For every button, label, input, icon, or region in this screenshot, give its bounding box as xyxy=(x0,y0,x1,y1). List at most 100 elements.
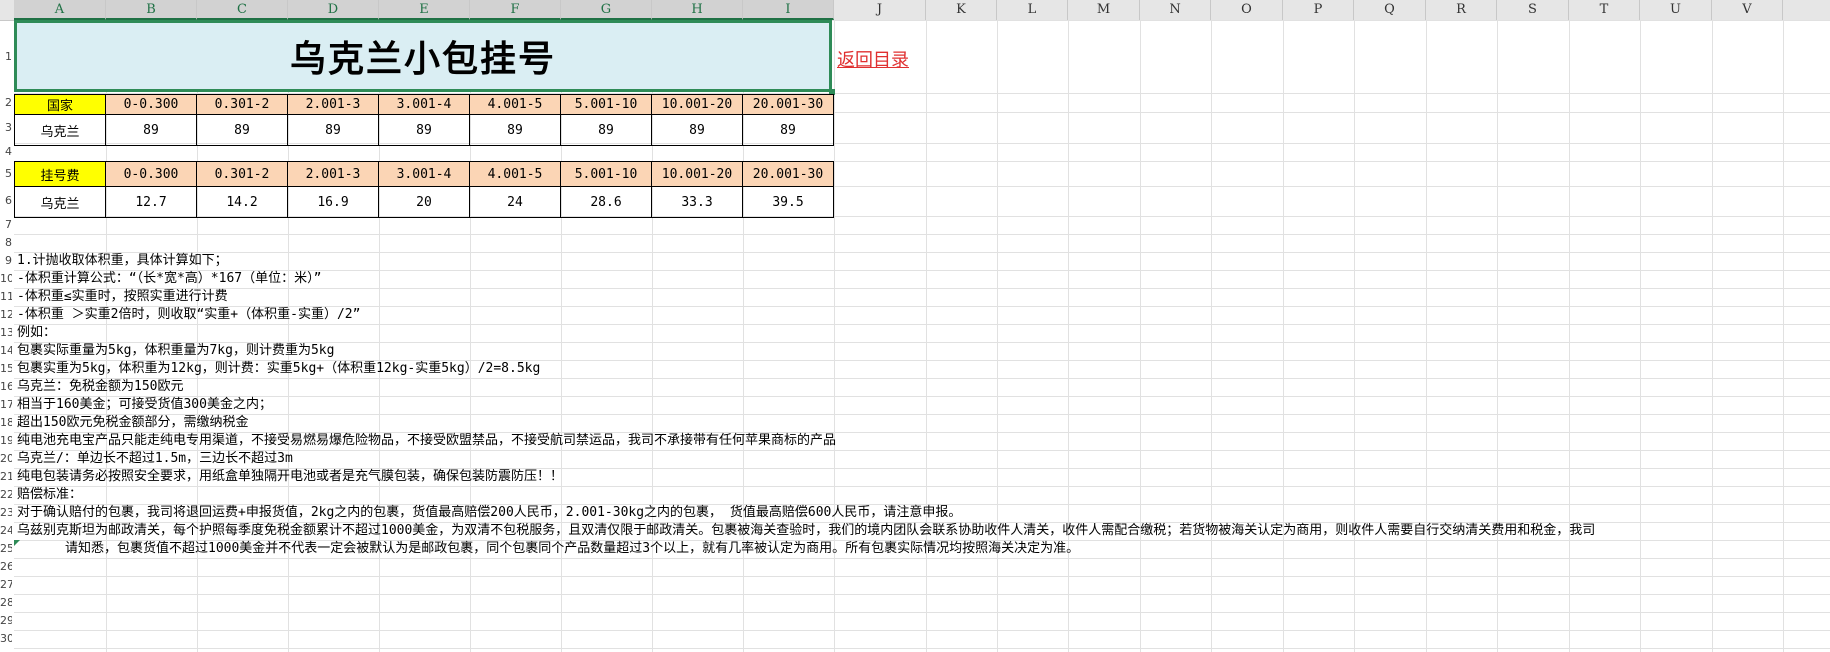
column-header-i[interactable]: I xyxy=(743,0,834,20)
value-cell[interactable]: 89 xyxy=(560,114,652,146)
column-header-n[interactable]: N xyxy=(1140,0,1211,20)
row-number[interactable]: 14 xyxy=(0,342,12,360)
column-header-e[interactable]: E xyxy=(379,0,470,20)
row-number[interactable]: 3 xyxy=(0,112,12,143)
column-header-d[interactable]: D xyxy=(288,0,379,20)
column-header-b[interactable]: B xyxy=(106,0,197,20)
column-header-j[interactable]: J xyxy=(834,0,926,20)
range-cell[interactable]: 2.001-3 xyxy=(287,161,379,187)
note-line[interactable]: 赔偿标准： xyxy=(17,486,1595,504)
value-cell[interactable]: 33.3 xyxy=(651,186,743,218)
column-header-h[interactable]: H xyxy=(652,0,743,20)
row-number[interactable]: 9 xyxy=(0,252,12,270)
note-line[interactable]: -体积重≤实重时，按照实重进行计费 xyxy=(17,288,1595,306)
value-cell[interactable]: 12.7 xyxy=(105,186,197,218)
row-number[interactable]: 10 xyxy=(0,270,12,288)
row-number[interactable]: 17 xyxy=(0,396,12,414)
row-number[interactable]: 20 xyxy=(0,450,12,468)
row-number[interactable]: 28 xyxy=(0,594,12,612)
spreadsheet[interactable]: ABCDEFGHIJKLMNOPQRSTUV 1 2 3 4 5 6 7 8 9 10 11 12 13… xyxy=(0,0,1830,652)
value-cell[interactable]: 89 xyxy=(196,114,288,146)
value-cell[interactable]: 14.2 xyxy=(196,186,288,218)
row-number[interactable]: 6 xyxy=(0,186,12,216)
sheet-title-cell[interactable]: 乌克兰小包挂号 xyxy=(14,20,832,92)
value-cell[interactable]: 89 xyxy=(105,114,197,146)
row-number[interactable]: 18 xyxy=(0,414,12,432)
row-number[interactable]: 16 xyxy=(0,378,12,396)
column-header-u[interactable]: U xyxy=(1640,0,1712,20)
column-header-l[interactable]: L xyxy=(997,0,1068,20)
row-number[interactable]: 8 xyxy=(0,234,12,252)
row-number[interactable]: 26 xyxy=(0,558,12,576)
note-line[interactable]: 超出150欧元免税金额部分，需缴纳税金 xyxy=(17,414,1595,432)
row-number[interactable]: 5 xyxy=(0,161,12,186)
note-line[interactable]: 乌克兰/：单边长不超过1.5m，三边长不超过3m xyxy=(17,450,1595,468)
column-header-r[interactable]: R xyxy=(1426,0,1497,20)
row-number[interactable]: 15 xyxy=(0,360,12,378)
country-cell[interactable]: 乌克兰 xyxy=(14,186,106,218)
range-cell[interactable]: 10.001-20 xyxy=(651,161,743,187)
range-cell[interactable]: 0.301-2 xyxy=(196,161,288,187)
value-cell[interactable]: 20 xyxy=(378,186,470,218)
note-line[interactable]: 请知悉，包裹货值不超过1000美金并不代表一定会被默认为是邮政包裹，同个包裹同个… xyxy=(17,540,1595,558)
column-header-p[interactable]: P xyxy=(1283,0,1354,20)
range-cell[interactable]: 3.001-4 xyxy=(378,94,470,115)
row-number[interactable]: 30 xyxy=(0,630,12,648)
value-cell[interactable]: 89 xyxy=(742,114,834,146)
column-header-v[interactable]: V xyxy=(1712,0,1783,20)
note-line[interactable]: 纯电包装请务必按照安全要求，用纸盒单独隔开电池或者是充气膜包装，确保包装防震防压… xyxy=(17,468,1595,486)
column-header-c[interactable]: C xyxy=(197,0,288,20)
note-line[interactable]: 纯电池充电宝产品只能走纯电专用渠道，不接受易燃易爆危险物品，不接受欧盟禁品，不接… xyxy=(17,432,1595,450)
value-cell[interactable]: 89 xyxy=(469,114,561,146)
column-header-g[interactable]: G xyxy=(561,0,652,20)
row-number[interactable]: 1 xyxy=(0,20,12,93)
range-cell[interactable]: 5.001-10 xyxy=(560,161,652,187)
column-header-o[interactable]: O xyxy=(1211,0,1283,20)
range-cell[interactable]: 2.001-3 xyxy=(287,94,379,115)
header-label-cell[interactable]: 挂号费 xyxy=(14,161,106,187)
row-number[interactable]: 25 xyxy=(0,540,12,558)
range-cell[interactable]: 4.001-5 xyxy=(469,161,561,187)
range-cell[interactable]: 0-0.300 xyxy=(105,161,197,187)
range-cell[interactable]: 4.001-5 xyxy=(469,94,561,115)
note-line[interactable]: -体积重 ＞实重2倍时，则收取“实重+（体积重-实重）/2” xyxy=(17,306,1595,324)
note-line[interactable]: -体积重计算公式：“（长*宽*高）*167（单位：米）” xyxy=(17,270,1595,288)
row-number[interactable]: 7 xyxy=(0,216,12,234)
range-cell[interactable]: 20.001-30 xyxy=(742,94,834,115)
column-header-k[interactable]: K xyxy=(926,0,997,20)
note-line[interactable]: 例如： xyxy=(17,324,1595,342)
row-number[interactable]: 11 xyxy=(0,288,12,306)
note-line[interactable]: 乌克兰：免税金额为150欧元 xyxy=(17,378,1595,396)
country-cell[interactable]: 乌克兰 xyxy=(14,114,106,146)
row-number[interactable]: 23 xyxy=(0,504,12,522)
row-number[interactable]: 13 xyxy=(0,324,12,342)
row-number[interactable]: 19 xyxy=(0,432,12,450)
value-cell[interactable]: 39.5 xyxy=(742,186,834,218)
row-number[interactable]: 12 xyxy=(0,306,12,324)
row-number[interactable]: 24 xyxy=(0,522,12,540)
value-cell[interactable]: 16.9 xyxy=(287,186,379,218)
note-line[interactable]: 包裹实际重量为5kg，体积重量为7kg，则计费重为5kg xyxy=(17,342,1595,360)
note-line[interactable]: 乌兹别克斯坦为邮政清关，每个护照每季度免税金额累计不超过1000美金，为双清不包… xyxy=(17,522,1595,540)
column-header-t[interactable]: T xyxy=(1569,0,1640,20)
column-header-f[interactable]: F xyxy=(470,0,561,20)
value-cell[interactable]: 89 xyxy=(651,114,743,146)
value-cell[interactable]: 24 xyxy=(469,186,561,218)
row-number[interactable]: 21 xyxy=(0,468,12,486)
note-line[interactable]: 相当于160美金；可接受货值300美金之内； xyxy=(17,396,1595,414)
range-cell[interactable]: 10.001-20 xyxy=(651,94,743,115)
value-cell[interactable]: 89 xyxy=(287,114,379,146)
range-cell[interactable]: 3.001-4 xyxy=(378,161,470,187)
note-line[interactable]: 对于确认赔付的包裹，我司将退回运费+申报货值，2kg之内的包裹，货值最高赔偿20… xyxy=(17,504,1595,522)
value-cell[interactable]: 89 xyxy=(378,114,470,146)
row-number[interactable]: 2 xyxy=(0,93,12,112)
range-cell[interactable]: 5.001-10 xyxy=(560,94,652,115)
column-header-s[interactable]: S xyxy=(1497,0,1569,20)
header-label-cell[interactable]: 国家 xyxy=(14,94,106,115)
row-number[interactable]: 29 xyxy=(0,612,12,630)
range-cell[interactable]: 0-0.300 xyxy=(105,94,197,115)
column-header-m[interactable]: M xyxy=(1068,0,1140,20)
value-cell[interactable]: 28.6 xyxy=(560,186,652,218)
row-number[interactable]: 31 xyxy=(0,648,12,652)
column-header-q[interactable]: Q xyxy=(1354,0,1426,20)
